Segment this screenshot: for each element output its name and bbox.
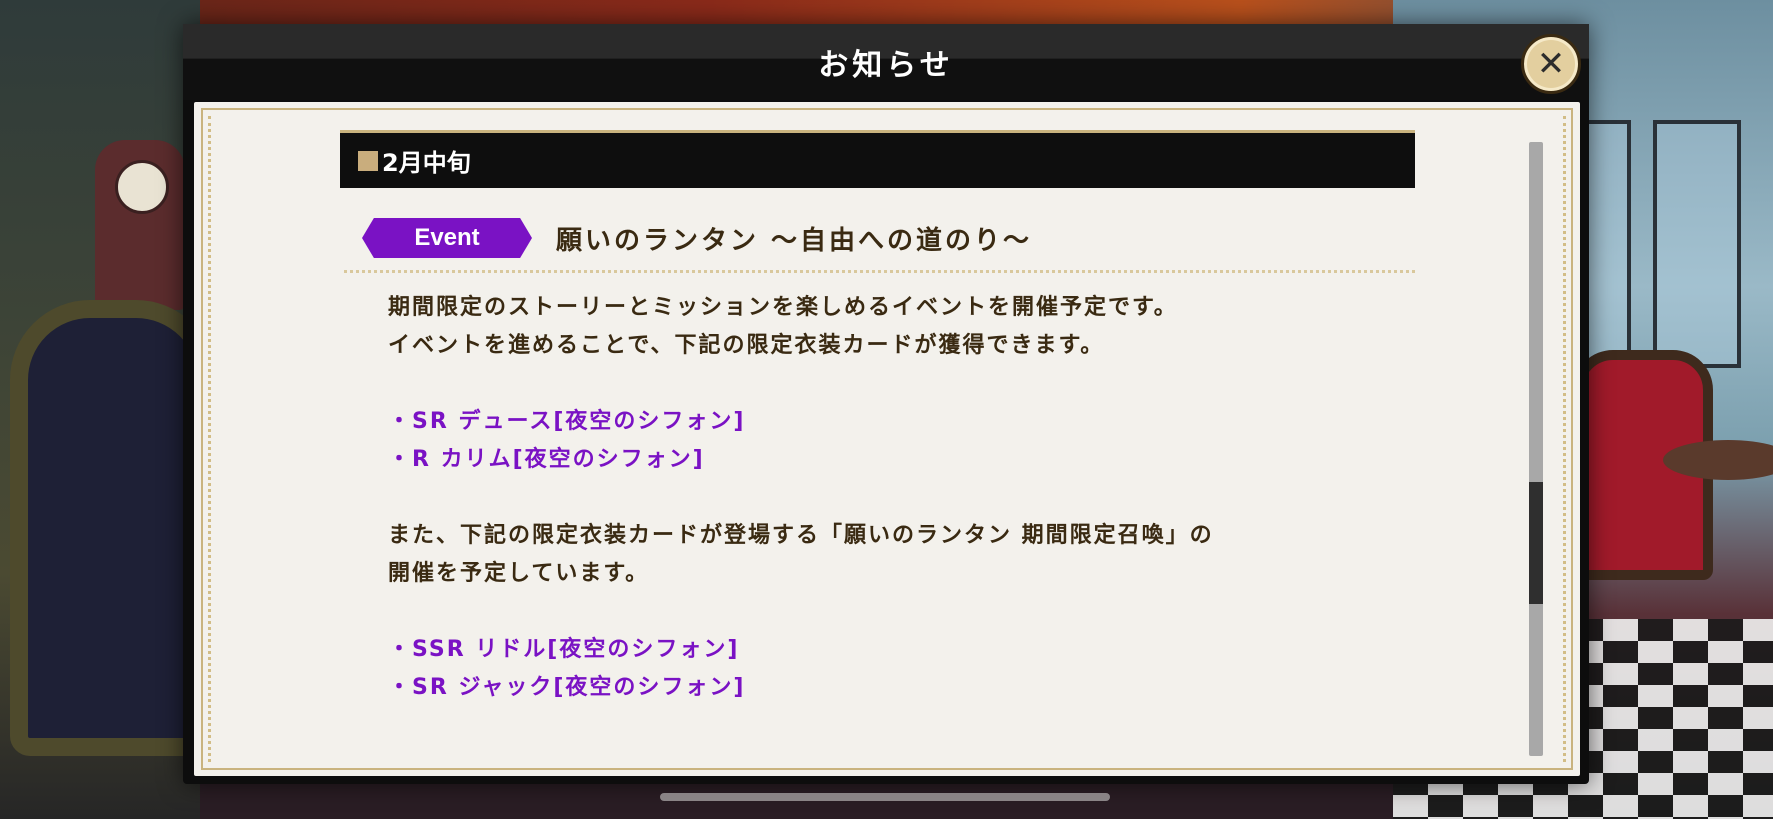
section-title: 2月中旬 xyxy=(382,149,471,177)
clock-face xyxy=(115,160,169,214)
event-badge: Event xyxy=(362,218,532,258)
body-text: また、下記の限定衣装カードが登場する「願いのランタン 期間限定召喚」の xyxy=(388,523,1214,548)
dotted-border-right xyxy=(1563,116,1566,762)
window-pane xyxy=(1653,120,1741,368)
body-text: 期間限定のストーリーとミッションを楽しめるイベントを開催予定です。 xyxy=(388,295,1178,320)
section-marker-icon xyxy=(358,150,378,171)
close-icon: ✕ xyxy=(1536,44,1566,84)
event-row: Event 願いのランタン ～自由への道のり～ xyxy=(362,218,1415,258)
section-header: 2月中旬 xyxy=(340,130,1415,188)
card-item: ・SSR リドル[夜空のシフォン] xyxy=(388,637,740,662)
notice-paper: 2月中旬 Event 願いのランタン ～自由への道のり～ 期間限定のストーリーと… xyxy=(194,102,1580,776)
home-indicator xyxy=(660,793,1110,801)
dialog-header: お知らせ ✕ xyxy=(183,24,1589,100)
card-item: ・SR デュース[夜空のシフォン] xyxy=(388,409,746,434)
event-title: 願いのランタン ～自由への道のり～ xyxy=(556,225,1033,256)
close-button[interactable]: ✕ xyxy=(1521,34,1581,94)
card-item: ・SR ジャック[夜空のシフォン] xyxy=(388,675,746,700)
body-text: イベントを進めることで、下記の限定衣装カードが獲得できます。 xyxy=(388,333,1105,358)
notice-content[interactable]: 2月中旬 Event 願いのランタン ～自由への道のり～ 期間限定のストーリーと… xyxy=(340,130,1415,750)
notice-body: 期間限定のストーリーとミッションを楽しめるイベントを開催予定です。 イベントを進… xyxy=(388,289,1415,707)
scrollbar-track[interactable] xyxy=(1529,142,1543,756)
body-text: 開催を予定しています。 xyxy=(388,561,650,586)
scrollbar-thumb[interactable] xyxy=(1529,482,1543,604)
card-item: ・R カリム[夜空のシフォン] xyxy=(388,447,705,472)
dotted-divider xyxy=(344,270,1415,273)
notice-dialog: お知らせ ✕ 2月中旬 Event 願いのランタン ～自由への道のり～ 期間限定… xyxy=(183,24,1589,784)
dotted-border-left xyxy=(208,116,211,762)
dialog-title: お知らせ xyxy=(818,48,954,83)
grandfather-clock xyxy=(95,140,185,310)
